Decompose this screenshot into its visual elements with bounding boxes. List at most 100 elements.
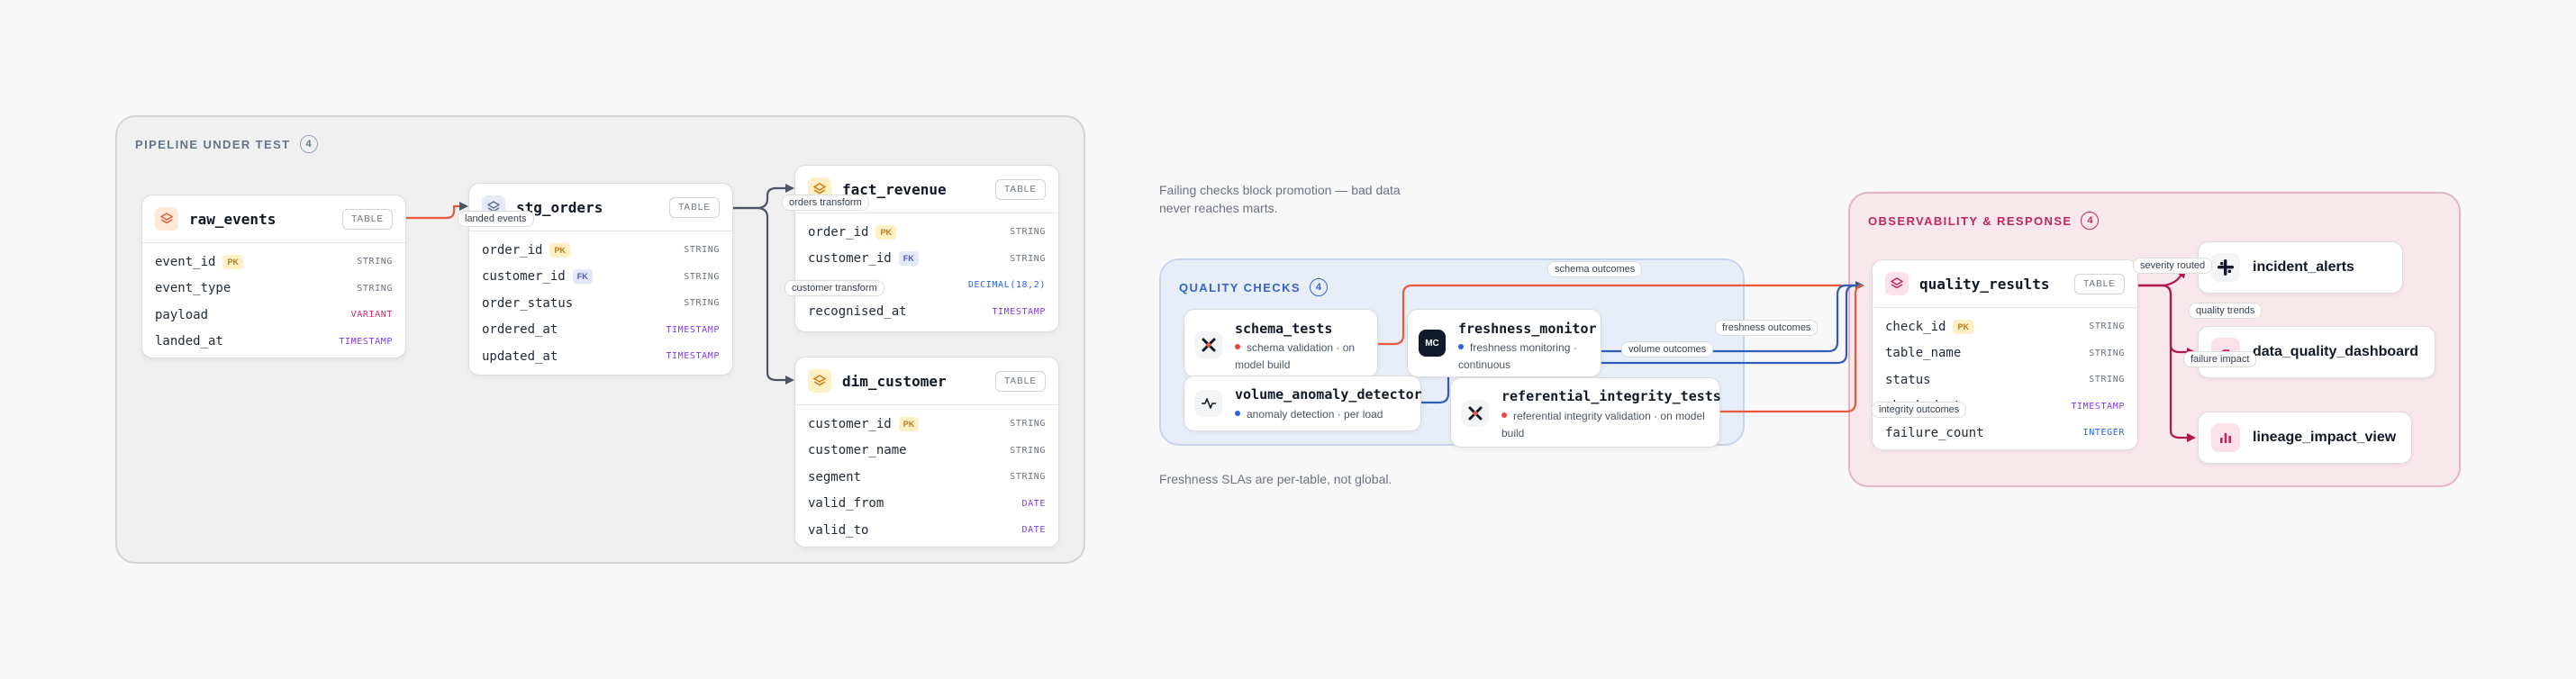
column-name: customer_id bbox=[808, 251, 892, 267]
sink-name: incident_alerts bbox=[2253, 259, 2354, 275]
table-name: dim_customer bbox=[842, 372, 947, 390]
column-name: ordered_at bbox=[482, 322, 558, 338]
layers-icon bbox=[1885, 272, 1909, 295]
table-fact-revenue[interactable]: fact_revenue TABLE order_id PK STRING cust… bbox=[794, 165, 1059, 332]
edge-quality-trends bbox=[2138, 284, 2196, 357]
pk-badge: PK bbox=[875, 224, 896, 240]
column-type: STRING bbox=[684, 245, 720, 256]
column-type: DATE bbox=[1021, 498, 1046, 509]
table-raw-events[interactable]: raw_events TABLE event_id PK STRING event_… bbox=[141, 195, 406, 358]
column-type: STRING bbox=[1010, 445, 1046, 456]
column-row: order_id PK STRING bbox=[795, 219, 1058, 246]
column-type: STRING bbox=[684, 298, 720, 309]
monte-carlo-icon-text: MC bbox=[1425, 338, 1439, 349]
column-name: customer_id bbox=[808, 416, 892, 431]
table-dim-customer[interactable]: dim_customer TABLE customer_id PK STRING c… bbox=[794, 357, 1059, 548]
table-badge: TABLE bbox=[995, 370, 1046, 392]
column-name: landed_at bbox=[155, 334, 223, 349]
column-type: STRING bbox=[1010, 253, 1046, 264]
column-row: landed_at TIMESTAMP bbox=[142, 329, 405, 356]
card-subtitle: anomaly detection · per load bbox=[1235, 406, 1415, 423]
edge-label-integrity-outcomes: integrity outcomes bbox=[1872, 402, 1967, 418]
column-type: STRING bbox=[1010, 227, 1046, 238]
card-subtitle: referential integrity validation · on mo… bbox=[1501, 408, 1714, 442]
column-name: failure_count bbox=[1885, 425, 1984, 440]
table-name: raw_events bbox=[189, 210, 277, 228]
card-subtitle: schema validation · on model build bbox=[1235, 340, 1370, 374]
column-type: TIMESTAMP bbox=[666, 324, 720, 335]
pk-badge: PK bbox=[898, 416, 920, 431]
card-subtitle-text: schema validation · on model build bbox=[1235, 341, 1356, 371]
table-badge: TABLE bbox=[2074, 273, 2125, 294]
column-row: ordered_at TIMESTAMP bbox=[469, 317, 732, 344]
card-referential-integrity-tests[interactable]: referential_integrity_tests referential … bbox=[1450, 377, 1721, 448]
column-row: order_status STRING bbox=[469, 290, 732, 317]
column-name: table_name bbox=[1885, 346, 1962, 361]
column-name: event_id bbox=[155, 254, 216, 269]
table-name: stg_orders bbox=[516, 198, 603, 216]
monte-carlo-icon: MC bbox=[1419, 330, 1446, 357]
status-dot bbox=[1458, 344, 1464, 349]
column-row: segment STRING bbox=[795, 464, 1058, 491]
column-row: valid_to DATE bbox=[795, 517, 1058, 544]
activity-icon bbox=[1195, 390, 1222, 417]
table-quality-results[interactable]: quality_results TABLE check_id PK STRING t… bbox=[1872, 259, 2138, 450]
column-type: TIMESTAMP bbox=[666, 351, 720, 362]
card-volume-anomaly-detector[interactable]: volume_anomaly_detector anomaly detectio… bbox=[1184, 376, 1422, 431]
card-freshness-monitor[interactable]: MC freshness_monitor freshness monitorin… bbox=[1407, 309, 1601, 377]
card-title: referential_integrity_tests bbox=[1501, 388, 1721, 404]
column-type: STRING bbox=[2089, 348, 2125, 358]
column-type: STRING bbox=[357, 283, 393, 294]
column-name: order_id bbox=[808, 224, 869, 240]
table-name: quality_results bbox=[1919, 275, 2050, 293]
layers-icon bbox=[808, 369, 831, 393]
column-name: customer_id bbox=[482, 269, 566, 285]
card-title: freshness_monitor bbox=[1458, 321, 1597, 337]
card-schema-tests[interactable]: schema_tests schema validation · on mode… bbox=[1184, 309, 1378, 377]
column-type: STRING bbox=[1010, 419, 1046, 430]
card-subtitle-text: freshness monitoring · continuous bbox=[1458, 341, 1577, 371]
column-type: STRING bbox=[684, 271, 720, 282]
table-columns: check_id PK STRING table_name STRING status… bbox=[1873, 308, 2137, 452]
column-row: event_id PK STRING bbox=[142, 249, 405, 276]
column-row: valid_from DATE bbox=[795, 491, 1058, 518]
slack-icon bbox=[2211, 253, 2240, 282]
table-columns: order_id PK STRING customer_id FK STRING ord… bbox=[469, 231, 732, 376]
dbt-icon bbox=[1195, 331, 1222, 358]
column-name: customer_name bbox=[808, 443, 907, 458]
sink-lineage-impact-view[interactable]: lineage_impact_view bbox=[2198, 412, 2412, 464]
column-name: valid_to bbox=[808, 522, 869, 538]
status-dot bbox=[1235, 411, 1240, 416]
column-name: order_status bbox=[482, 295, 574, 311]
edge-customer-transform bbox=[733, 206, 794, 385]
edge-label-orders-transform: orders transform bbox=[782, 195, 869, 211]
edge-label-volume-outcomes: volume outcomes bbox=[1621, 341, 1714, 358]
column-row: event_type STRING bbox=[142, 276, 405, 303]
status-dot bbox=[1235, 344, 1240, 349]
column-name: event_type bbox=[155, 281, 231, 296]
column-name: valid_from bbox=[808, 496, 884, 512]
table-columns: customer_id PK STRING customer_name STRING … bbox=[795, 405, 1058, 549]
card-subtitle: freshness monitoring · continuous bbox=[1458, 340, 1593, 374]
sink-incident-alerts[interactable]: incident_alerts bbox=[2198, 241, 2403, 294]
pk-badge: PK bbox=[1953, 319, 1973, 334]
column-row: order_id PK STRING bbox=[469, 237, 732, 264]
table-columns: event_id PK STRING event_type STRING payloa… bbox=[142, 243, 405, 360]
column-name: updated_at bbox=[482, 349, 558, 364]
layers-icon bbox=[155, 207, 178, 231]
column-row: table_name STRING bbox=[1873, 340, 2137, 367]
note-freshness-sla: Freshness SLAs are per-table, not global… bbox=[1159, 472, 1392, 486]
table-badge: TABLE bbox=[669, 196, 720, 218]
edge-label-freshness-outcomes: freshness outcomes bbox=[1715, 320, 1819, 336]
column-row: payload VARIANT bbox=[142, 302, 405, 329]
column-type: STRING bbox=[2089, 375, 2125, 385]
column-row: customer_id FK STRING bbox=[469, 264, 732, 291]
column-name: check_id bbox=[1885, 319, 1946, 334]
pk-badge: PK bbox=[549, 242, 570, 258]
column-type: VARIANT bbox=[350, 310, 393, 321]
column-name: status bbox=[1885, 372, 1931, 387]
sink-name: lineage_impact_view bbox=[2253, 430, 2397, 445]
column-type: INTEGER bbox=[2082, 428, 2125, 439]
pk-badge: PK bbox=[222, 254, 243, 269]
edge-label-schema-outcomes: schema outcomes bbox=[1547, 261, 1643, 277]
